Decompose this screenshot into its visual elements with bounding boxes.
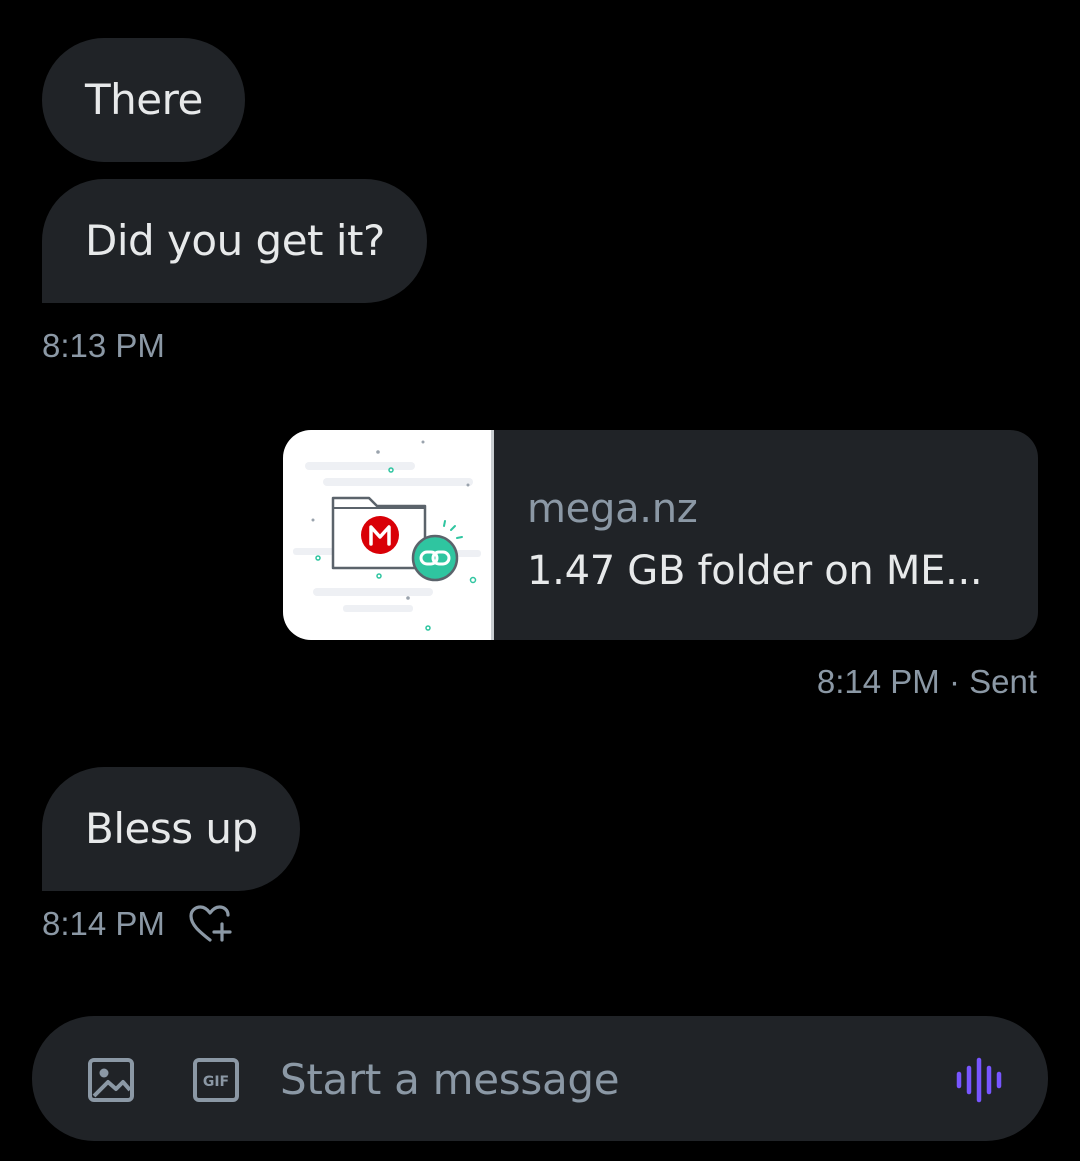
gif-icon[interactable]: GIF: [191, 1056, 241, 1104]
image-icon[interactable]: [86, 1056, 136, 1104]
message-timestamp: 8:14 PM: [42, 905, 165, 942]
message-timestamp: 8:13 PM: [42, 327, 165, 364]
message-bubble[interactable]: There: [42, 38, 245, 162]
message-bubble[interactable]: Did you get it?: [42, 179, 427, 303]
message-composer[interactable]: GIF Start a message: [32, 1016, 1048, 1141]
link-thumbnail: [283, 430, 494, 640]
svg-text:GIF: GIF: [203, 1074, 229, 1090]
link-title: 1.47 GB folder on ME...: [527, 548, 983, 594]
link-domain: mega.nz: [527, 486, 698, 532]
message-bubble[interactable]: Bless up: [42, 767, 300, 891]
link-preview-card[interactable]: mega.nz 1.47 GB folder on ME...: [283, 430, 1038, 640]
add-reaction-heart-icon[interactable]: [188, 904, 232, 944]
sent-status: 8:14 PM · Sent: [816, 663, 1037, 700]
message-input[interactable]: Start a message: [280, 1054, 620, 1106]
voice-message-icon[interactable]: [954, 1056, 1004, 1104]
